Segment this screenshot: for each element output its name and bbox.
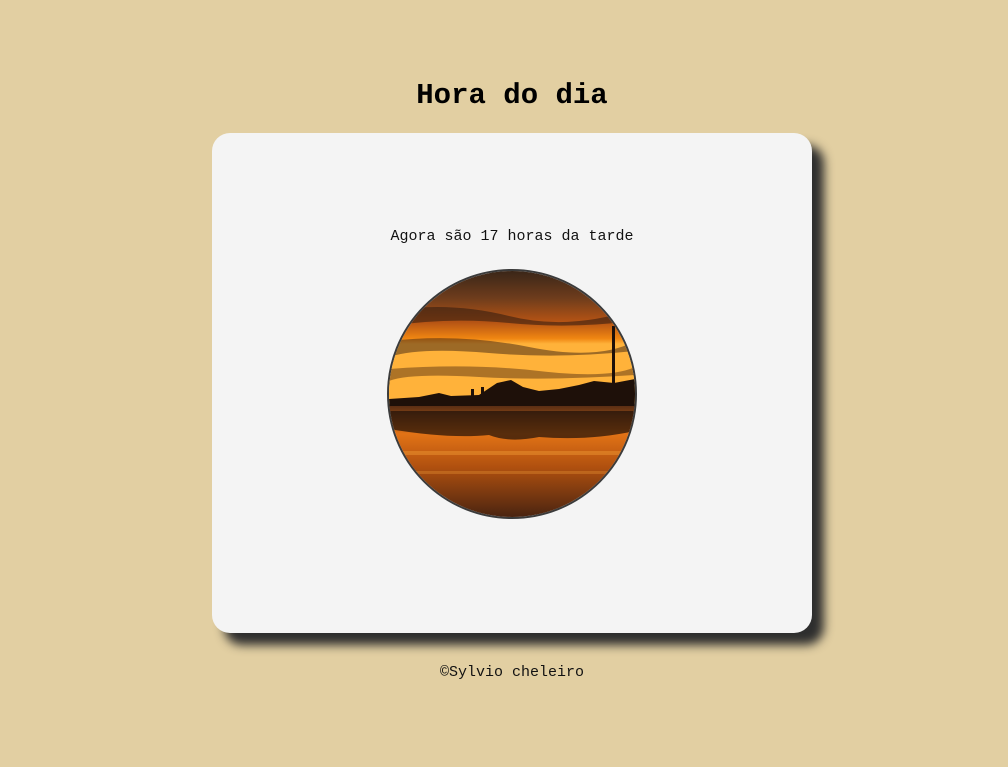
time-message: Agora são 17 horas da tarde [390, 228, 634, 245]
content-card: Agora são 17 horas da tarde [212, 133, 812, 633]
footer-copyright: ©Sylvio cheleiro [439, 664, 585, 681]
page-title: Hora do dia [416, 79, 608, 112]
sunset-photo [387, 269, 637, 519]
